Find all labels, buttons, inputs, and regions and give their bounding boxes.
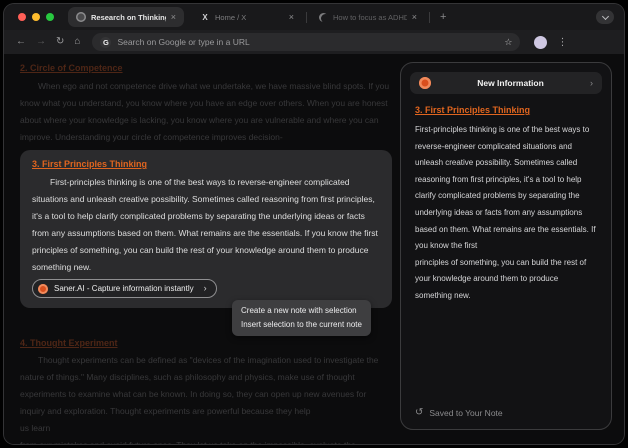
minimize-window-button[interactable] [32, 13, 40, 21]
close-tab-icon[interactable]: × [412, 13, 417, 22]
google-icon: G [100, 37, 111, 48]
menu-item-create-note[interactable]: Create a new note with selection [241, 304, 362, 318]
chevron-down-icon [601, 12, 608, 19]
chevron-right-icon: › [204, 280, 207, 297]
panel-title: New Information [431, 78, 590, 88]
close-window-button[interactable] [18, 13, 26, 21]
tab-label: Home / X [215, 13, 284, 22]
tab-separator [306, 12, 307, 23]
tab-separator [429, 12, 430, 23]
section-body: When ego and not competence drive what w… [20, 78, 392, 146]
history-icon: ↺ [415, 408, 423, 418]
tab-research-on-thinking[interactable]: Research on Thinking × [68, 7, 184, 27]
section-body: from our mistakes and avoid future ones.… [20, 437, 392, 444]
moon-favicon [319, 13, 328, 22]
bookmark-star-icon[interactable]: ☆ [504, 37, 512, 48]
profile-avatar[interactable] [534, 36, 547, 49]
tab-label: How to focus as ADHD [333, 13, 407, 22]
zoom-window-button[interactable] [46, 13, 54, 21]
section-heading-circle-of-competence: 2. Circle of Competence [20, 60, 123, 77]
capture-button-label: Saner.AI - Capture information instantly [54, 280, 194, 297]
tab-strip: Research on Thinking × X Home / X × How … [4, 4, 624, 30]
selection-paragraph: principles of something, you can build t… [32, 242, 380, 276]
saner-ai-icon [419, 77, 431, 89]
section-heading-first-principles: 3. First Principles Thinking [32, 158, 380, 170]
selected-text-block[interactable]: 3. First Principles Thinking First-princ… [20, 150, 392, 308]
capture-context-menu: Create a new note with selection Insert … [232, 300, 371, 336]
reload-icon[interactable]: ↻ [56, 37, 64, 47]
screenshot: Research on Thinking × X Home / X × How … [0, 0, 628, 448]
url-bar[interactable]: G ☆ [92, 33, 520, 51]
section-body: us learn [20, 420, 392, 437]
menu-item-insert-selection[interactable]: Insert selection to the current note [241, 318, 362, 332]
selection-paragraph: First-principles thinking is one of the … [32, 174, 380, 242]
saner-capture-button[interactable]: Saner.AI - Capture information instantly… [32, 279, 217, 298]
x-logo-icon: X [200, 12, 210, 22]
panel-footer: ↺ Saved to Your Note [415, 408, 503, 418]
tab-home-x[interactable]: X Home / X × [192, 7, 302, 27]
saner-side-panel: New Information › 3. First Principles Th… [400, 62, 612, 430]
new-tab-button[interactable]: + [434, 11, 452, 23]
panel-header[interactable]: New Information › [410, 72, 602, 94]
captured-heading: 3. First Principles Thinking [415, 105, 597, 115]
url-input[interactable] [117, 37, 498, 47]
page-content: 2. Circle of Competence When ego and not… [4, 54, 624, 444]
close-tab-icon[interactable]: × [171, 13, 176, 22]
section-body: Thought experiments can be defined as "d… [20, 352, 392, 420]
saved-status-label: Saved to Your Note [429, 408, 502, 418]
chevron-right-icon[interactable]: › [590, 78, 593, 88]
tab-label: Research on Thinking [91, 13, 166, 22]
close-tab-icon[interactable]: × [289, 13, 294, 22]
tab-how-to-focus[interactable]: How to focus as ADHD × [311, 7, 425, 27]
captured-paragraph: First-principles thinking is one of the … [415, 122, 597, 255]
navigation-bar: ← → ↻ ⌂ G ☆ ⋮ [4, 30, 624, 54]
browser-window: Research on Thinking × X Home / X × How … [4, 4, 624, 444]
section-heading-thought-experiment: 4. Thought Experiment [20, 335, 118, 352]
tab-overflow-button[interactable] [596, 10, 614, 24]
traffic-lights [18, 13, 54, 21]
captured-paragraph: principles of something, you can build t… [415, 255, 597, 305]
forward-icon[interactable]: → [36, 37, 46, 47]
saner-ai-icon [38, 284, 48, 294]
back-icon[interactable]: ← [16, 37, 26, 47]
home-icon[interactable]: ⌂ [74, 37, 80, 47]
site-favicon [76, 12, 86, 22]
browser-menu-icon[interactable]: ⋮ [557, 37, 567, 48]
